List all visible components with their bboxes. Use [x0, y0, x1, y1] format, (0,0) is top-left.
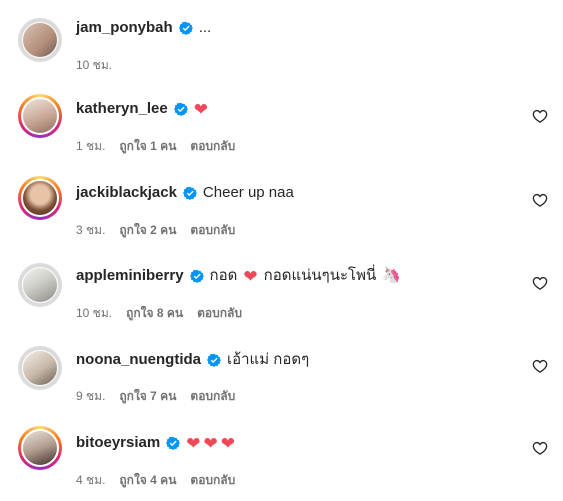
comment-item: katheryn_lee ❤ 1 ชม. ถูกใจ 1 คน ตอบกลับ: [0, 88, 563, 158]
comment-text: กอด: [209, 267, 238, 284]
username[interactable]: jackiblackjack: [76, 184, 177, 202]
unicorn-emoji: 🦄: [382, 267, 401, 284]
timestamp[interactable]: 1 ชม.: [76, 139, 105, 153]
username[interactable]: katheryn_lee: [76, 100, 168, 118]
likes-count[interactable]: ถูกใจ 1 คน: [119, 139, 176, 153]
verified-badge-icon: [182, 186, 197, 200]
timestamp[interactable]: 4 ชม.: [76, 473, 105, 487]
red-heart-emoji: ❤: [203, 433, 218, 453]
red-heart-emoji: ❤: [243, 266, 258, 286]
verified-badge-icon: [166, 436, 181, 450]
reply-button[interactable]: ตอบกลับ: [190, 223, 235, 237]
heart-emojis: ❤ ❤ ❤: [186, 435, 235, 452]
timestamp[interactable]: 3 ชม.: [76, 223, 105, 237]
heart-outline-icon[interactable]: [532, 440, 548, 456]
red-heart-emoji: ❤: [220, 433, 235, 453]
avatar[interactable]: [18, 176, 62, 220]
comment-text: เอ้าแม่ กอดๆ: [227, 351, 310, 368]
avatar[interactable]: [18, 94, 62, 138]
caption-row: jam_ponybah ... 10 ชม.: [0, 8, 563, 78]
verified-badge-icon: [173, 102, 188, 116]
comment-item: bitoeyrsiam ❤ ❤ ❤ 4 ชม. ถูกใจ 4 คน ตอบกล…: [0, 422, 563, 492]
username[interactable]: jam_ponybah: [76, 19, 173, 37]
heart-outline-icon[interactable]: [532, 192, 548, 208]
heart-outline-icon[interactable]: [532, 108, 548, 124]
reply-button[interactable]: ตอบกลับ: [197, 306, 242, 320]
likes-count[interactable]: ถูกใจ 4 คน: [119, 473, 176, 487]
username[interactable]: noona_nuengtida: [76, 351, 201, 369]
comment-item: jackiblackjack Cheer up naa 3 ชม. ถูกใจ …: [0, 170, 563, 240]
comment-text: กอดแน่นๆนะโพนี่: [263, 267, 377, 284]
username[interactable]: appleminiberry: [76, 267, 184, 285]
heart-outline-icon[interactable]: [532, 275, 548, 291]
red-heart-emoji: ❤: [186, 433, 201, 453]
reply-button[interactable]: ตอบกลับ: [190, 389, 235, 403]
avatar[interactable]: [18, 18, 62, 62]
verified-badge-icon: [178, 21, 193, 35]
heart-outline-icon[interactable]: [532, 358, 548, 374]
avatar[interactable]: [18, 346, 62, 390]
comment-item: noona_nuengtida เอ้าแม่ กอดๆ 9 ชม. ถูกใจ…: [0, 340, 563, 410]
verified-badge-icon: [207, 353, 221, 367]
likes-count[interactable]: ถูกใจ 8 คน: [126, 306, 183, 320]
reply-button[interactable]: ตอบกลับ: [190, 139, 235, 153]
comment-text: Cheer up naa: [202, 184, 294, 201]
caption-text: ...: [198, 19, 212, 36]
reply-button[interactable]: ตอบกลับ: [190, 473, 235, 487]
timestamp[interactable]: 9 ชม.: [76, 389, 105, 403]
username[interactable]: bitoeyrsiam: [76, 434, 160, 452]
likes-count[interactable]: ถูกใจ 2 คน: [119, 223, 176, 237]
timestamp[interactable]: 10 ชม.: [76, 58, 112, 72]
likes-count[interactable]: ถูกใจ 7 คน: [119, 389, 176, 403]
avatar[interactable]: [18, 426, 62, 470]
timestamp[interactable]: 10 ชม.: [76, 306, 112, 320]
verified-badge-icon: [189, 269, 204, 283]
comment-item: appleminiberry กอด ❤ กอดแน่นๆนะโพนี่ 🦄 1…: [0, 255, 563, 325]
avatar[interactable]: [18, 263, 62, 307]
red-heart-emoji: ❤: [193, 99, 208, 119]
